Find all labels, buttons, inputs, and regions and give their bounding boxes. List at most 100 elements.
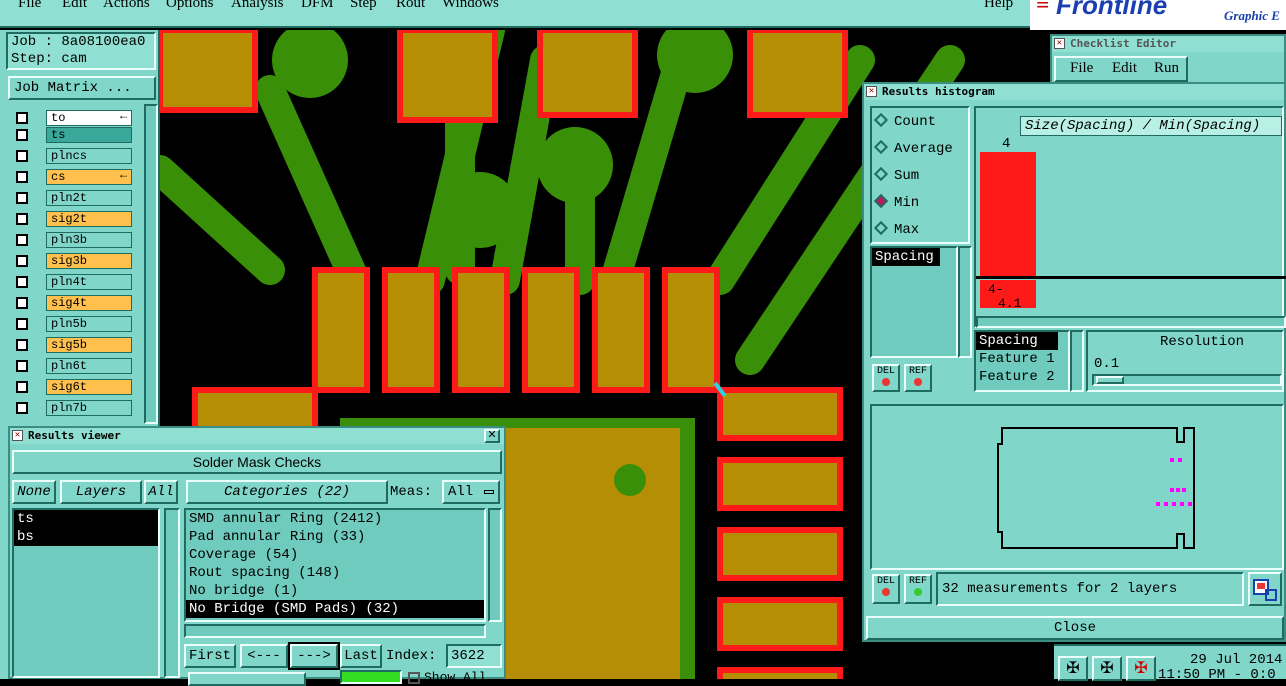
radio-min[interactable]: Min [873, 193, 919, 211]
ref-button[interactable]: REF [904, 364, 932, 392]
checklist-menu-edit[interactable]: Edit [1112, 60, 1137, 77]
categories-hscrollbar[interactable] [184, 624, 486, 638]
menu-file[interactable]: File [18, 0, 41, 12]
window-menu-icon[interactable]: ✕ [866, 86, 877, 97]
layer-checkbox[interactable] [16, 276, 28, 288]
list-item[interactable]: ts [14, 510, 158, 528]
histogram-graph[interactable]: Size(Spacing) / Min(Spacing) 4 4- 4.1 [974, 106, 1286, 328]
measure-list[interactable]: Spacing [870, 246, 958, 358]
menu-analysis[interactable]: Analysis [231, 0, 284, 12]
categories-list[interactable]: SMD annular Ring (2412) Pad annular Ring… [184, 508, 486, 622]
histogram-bar[interactable] [980, 152, 1036, 276]
show-all-checkbox[interactable] [408, 672, 420, 684]
menu-help[interactable]: Help [984, 0, 1013, 12]
menu-step[interactable]: Step [350, 0, 377, 12]
close-icon[interactable]: ✕ [484, 429, 500, 443]
all-layers-button[interactable]: All [144, 480, 178, 504]
layer-checkbox[interactable] [16, 129, 28, 141]
menu-dfm[interactable]: DFM [301, 0, 334, 12]
list-item[interactable]: No Bridge (SMD Pads) (32) [186, 600, 484, 618]
layer-item[interactable]: sig3b [12, 253, 132, 269]
menu-rout[interactable]: Rout [396, 0, 425, 12]
layer-item[interactable]: pln5b [12, 316, 132, 332]
window-menu-icon[interactable]: ✕ [12, 430, 23, 441]
job-matrix-button[interactable]: Job Matrix ... [8, 76, 156, 100]
layer-item[interactable]: sig6t [12, 379, 132, 395]
layer-item[interactable]: ts [12, 127, 132, 143]
field-list[interactable]: Spacing Feature 1 Feature 2 [974, 330, 1070, 392]
layer-item[interactable]: sig4t [12, 295, 132, 311]
meas-dropdown[interactable]: All [442, 480, 500, 504]
layer-item[interactable]: pln7b [12, 400, 132, 416]
list-item[interactable]: Spacing [976, 332, 1058, 350]
checklist-menu-run[interactable]: Run [1154, 60, 1179, 77]
layer-checkbox[interactable] [16, 171, 28, 183]
list-item[interactable]: Pad annular Ring (33) [186, 528, 484, 546]
list-item[interactable]: SMD annular Ring (2412) [186, 510, 484, 528]
resolution-slider[interactable] [1092, 374, 1282, 386]
feature-preview[interactable] [870, 404, 1284, 570]
layer-item[interactable]: cs ← [12, 168, 132, 185]
layer-item[interactable]: pln2t [12, 190, 132, 206]
list-item[interactable]: Feature 2 [976, 368, 1068, 386]
layer-list-scrollbar[interactable] [144, 104, 158, 424]
layers-button[interactable]: Layers [60, 480, 142, 504]
menu-options[interactable]: Options [166, 0, 214, 12]
tool-net-icon[interactable]: ✠ [1058, 656, 1088, 681]
menu-edit[interactable]: Edit [62, 0, 87, 12]
layer-item[interactable]: plncs [12, 148, 132, 164]
del-button[interactable]: DEL [872, 364, 900, 392]
list-item[interactable]: Spacing [872, 248, 940, 266]
measure-list-scrollbar[interactable] [958, 246, 972, 358]
radio-max[interactable]: Max [873, 220, 919, 238]
layer-checkbox[interactable] [16, 297, 28, 309]
layer-result-list[interactable]: ts bs [12, 508, 160, 678]
layer-checkbox[interactable] [16, 360, 28, 372]
next-button[interactable]: ---> [288, 642, 340, 670]
list-item[interactable]: Coverage (54) [186, 546, 484, 564]
layer-item[interactable]: sig5b [12, 337, 132, 353]
layer-checkbox[interactable] [16, 318, 28, 330]
last-button[interactable]: Last [340, 644, 382, 668]
layer-item[interactable]: pln4t [12, 274, 132, 290]
ref-button-bottom[interactable]: REF [904, 574, 932, 604]
graph-hscrollbar[interactable] [976, 316, 1286, 328]
first-button[interactable]: First [184, 644, 236, 668]
layer-checkbox[interactable] [16, 234, 28, 246]
layer-checkbox[interactable] [16, 150, 28, 162]
field-list-scrollbar[interactable] [1070, 330, 1084, 392]
layer-checkbox[interactable] [16, 112, 28, 124]
previous-button[interactable]: <--- [240, 644, 288, 668]
zoom-fit-button[interactable] [1248, 572, 1282, 606]
tool-check-icon[interactable]: ✠ [1126, 656, 1156, 681]
list-item[interactable]: No bridge (1) [186, 582, 484, 600]
layer-checkbox[interactable] [16, 213, 28, 225]
window-menu-icon[interactable]: ✕ [1054, 38, 1065, 49]
categories-vscrollbar[interactable] [488, 508, 502, 622]
index-input[interactable]: 3622 [446, 644, 502, 668]
layer-item[interactable]: sig2t [12, 211, 132, 227]
checklist-menu-file[interactable]: File [1070, 60, 1093, 77]
list-item[interactable]: Feature 1 [976, 350, 1068, 368]
layer-checkbox[interactable] [16, 339, 28, 351]
list-item[interactable]: bs [14, 528, 158, 546]
layer-checkbox[interactable] [16, 255, 28, 267]
none-button[interactable]: None [12, 480, 56, 504]
radio-sum[interactable]: Sum [873, 166, 919, 184]
categories-button[interactable]: Categories (22) [186, 480, 388, 504]
list-item[interactable]: Rout spacing (148) [186, 564, 484, 582]
menu-actions[interactable]: Actions [103, 0, 150, 12]
layer-checkbox[interactable] [16, 192, 28, 204]
layer-checkbox[interactable] [16, 381, 28, 393]
slider-thumb[interactable] [1096, 376, 1124, 384]
solder-mask-checks-header[interactable]: Solder Mask Checks [12, 450, 502, 474]
layer-checkbox[interactable] [16, 402, 28, 414]
menu-windows[interactable]: Windows [442, 0, 499, 12]
layer-item[interactable]: to ← [12, 109, 132, 126]
layer-item[interactable]: pln6t [12, 358, 132, 374]
layer-result-scrollbar[interactable] [164, 508, 180, 678]
tool-route-icon[interactable]: ✠ [1092, 656, 1122, 681]
radio-average[interactable]: Average [873, 139, 953, 157]
radio-count[interactable]: Count [873, 112, 936, 130]
action-button[interactable] [188, 672, 306, 686]
